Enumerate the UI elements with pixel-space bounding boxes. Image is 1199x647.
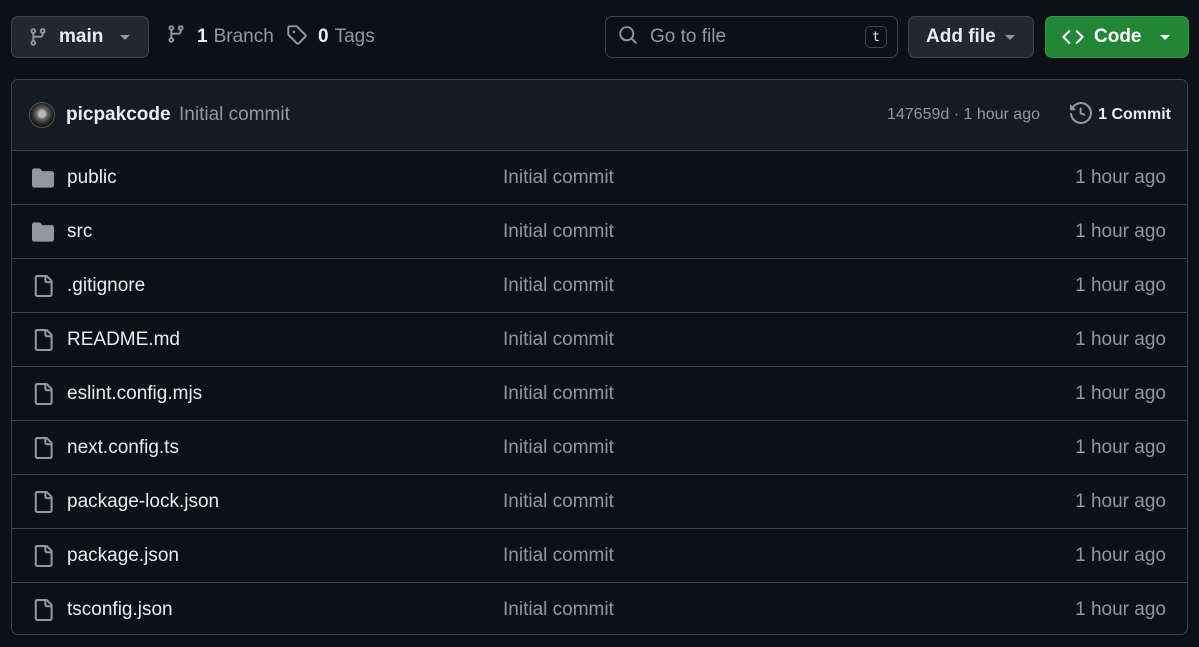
- branches-link[interactable]: 1 Branch: [166, 16, 274, 58]
- latest-commit-bar: picpakcode Initial commit 147659d · 1 ho…: [12, 80, 1187, 151]
- file-row[interactable]: public Initial commit 1 hour ago: [12, 151, 1187, 205]
- file-commit-message[interactable]: Initial commit: [503, 383, 614, 405]
- file-commit-time: 1 hour ago: [1075, 544, 1166, 566]
- file-commit-time: 1 hour ago: [1075, 274, 1166, 296]
- file-row[interactable]: tsconfig.json Initial commit 1 hour ago: [12, 583, 1187, 634]
- file-commit-message[interactable]: Initial commit: [503, 329, 614, 351]
- repo-toolbar: main 1 Branch 0 Tags t Add file: [11, 16, 1189, 58]
- file-commit-message[interactable]: Initial commit: [503, 167, 614, 189]
- history-icon: [1070, 101, 1098, 129]
- tag-text: Tags: [334, 26, 375, 47]
- commit-hash-time[interactable]: 147659d · 1 hour ago: [887, 106, 1040, 124]
- add-file-label: Add file: [926, 26, 996, 47]
- file-name[interactable]: package.json: [67, 545, 179, 567]
- file-icon: [32, 329, 54, 351]
- commit-history-link[interactable]: 1 Commit: [1070, 101, 1171, 129]
- file-row[interactable]: package.json Initial commit 1 hour ago: [12, 529, 1187, 583]
- git-branch-icon: [28, 27, 48, 47]
- tags-link[interactable]: 0 Tags: [286, 16, 375, 58]
- file-name[interactable]: src: [67, 221, 92, 243]
- file-row[interactable]: README.md Initial commit 1 hour ago: [12, 313, 1187, 367]
- commit-message[interactable]: Initial commit: [179, 104, 290, 126]
- file-name[interactable]: .gitignore: [67, 275, 145, 297]
- branch-name: main: [59, 26, 104, 47]
- file-commit-time: 1 hour ago: [1075, 382, 1166, 404]
- file-row[interactable]: next.config.ts Initial commit 1 hour ago: [12, 421, 1187, 475]
- tag-count: 0: [318, 26, 329, 47]
- go-to-file-search[interactable]: t: [605, 16, 898, 58]
- code-button[interactable]: Code: [1045, 16, 1189, 58]
- file-name[interactable]: eslint.config.mjs: [67, 383, 202, 405]
- file-commit-message[interactable]: Initial commit: [503, 599, 614, 621]
- file-row[interactable]: package-lock.json Initial commit 1 hour …: [12, 475, 1187, 529]
- file-icon: [32, 383, 54, 405]
- search-icon: [618, 25, 638, 50]
- commit-count: 1 Commit: [1098, 106, 1171, 123]
- file-icon: [32, 545, 54, 567]
- code-icon: [1062, 26, 1084, 48]
- branch-count: 1: [197, 26, 208, 47]
- file-commit-message[interactable]: Initial commit: [503, 491, 614, 513]
- file-rows: public Initial commit 1 hour ago src Ini…: [12, 151, 1187, 634]
- file-commit-time: 1 hour ago: [1075, 599, 1166, 620]
- code-label: Code: [1094, 26, 1142, 47]
- file-commit-message[interactable]: Initial commit: [503, 545, 614, 567]
- file-row[interactable]: .gitignore Initial commit 1 hour ago: [12, 259, 1187, 313]
- folder-icon: [32, 167, 54, 189]
- file-commit-time: 1 hour ago: [1075, 328, 1166, 350]
- file-name[interactable]: tsconfig.json: [67, 599, 173, 621]
- file-list-table: picpakcode Initial commit 147659d · 1 ho…: [11, 79, 1188, 635]
- file-name[interactable]: public: [67, 167, 117, 189]
- search-input[interactable]: [648, 25, 852, 49]
- tag-icon: [286, 24, 318, 51]
- branch-text: Branch: [213, 26, 274, 47]
- file-icon: [32, 491, 54, 513]
- author-avatar[interactable]: [29, 102, 55, 128]
- file-commit-time: 1 hour ago: [1075, 220, 1166, 242]
- repo-file-browser: main 1 Branch 0 Tags t Add file: [0, 0, 1199, 647]
- file-commit-message[interactable]: Initial commit: [503, 221, 614, 243]
- file-icon: [32, 275, 54, 297]
- git-branch-icon: [166, 24, 197, 50]
- file-commit-time: 1 hour ago: [1075, 490, 1166, 512]
- folder-icon: [32, 221, 54, 243]
- branch-selector-button[interactable]: main: [11, 16, 149, 58]
- caret-down-icon: [1005, 35, 1015, 40]
- commit-author[interactable]: picpakcode: [66, 104, 171, 126]
- file-icon: [32, 599, 54, 621]
- file-name[interactable]: package-lock.json: [67, 491, 219, 513]
- file-name[interactable]: next.config.ts: [67, 437, 179, 459]
- file-commit-time: 1 hour ago: [1075, 166, 1166, 188]
- caret-down-icon: [120, 35, 130, 40]
- file-row[interactable]: src Initial commit 1 hour ago: [12, 205, 1187, 259]
- file-row[interactable]: eslint.config.mjs Initial commit 1 hour …: [12, 367, 1187, 421]
- file-commit-time: 1 hour ago: [1075, 436, 1166, 458]
- file-name[interactable]: README.md: [67, 329, 180, 351]
- add-file-button[interactable]: Add file: [908, 16, 1034, 58]
- file-commit-message[interactable]: Initial commit: [503, 275, 614, 297]
- file-commit-message[interactable]: Initial commit: [503, 437, 614, 459]
- keyboard-shortcut-hint: t: [865, 26, 887, 48]
- caret-down-icon: [1160, 35, 1170, 40]
- file-icon: [32, 437, 54, 459]
